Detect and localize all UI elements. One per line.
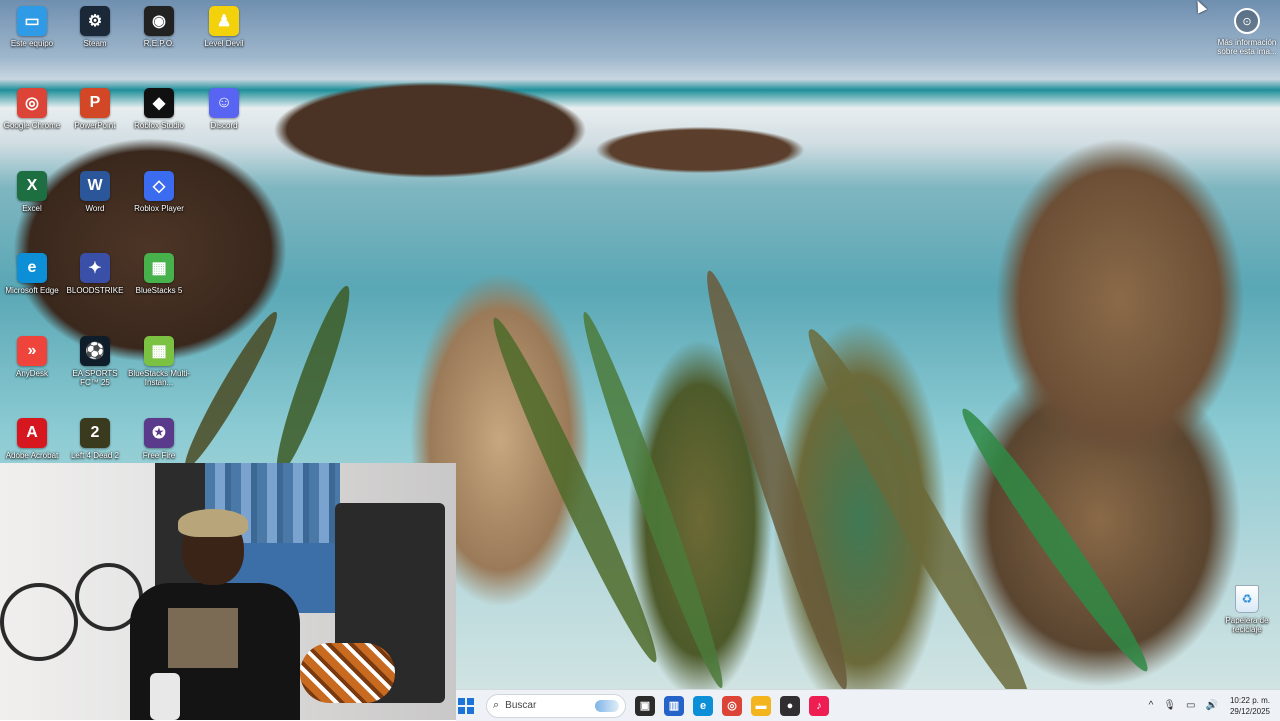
word-icon: W <box>80 171 110 201</box>
person-hair <box>178 509 248 537</box>
desktop-shortcut[interactable]: ◇ Roblox Player <box>127 171 191 213</box>
desktop-shortcut[interactable]: e Microsoft Edge <box>0 253 64 295</box>
desktop-shortcut[interactable]: ◉ R.E.P.O. <box>127 6 191 48</box>
desktop-shortcut[interactable]: ▦ BlueStacks Multi-Instan... <box>127 336 191 387</box>
volume-icon[interactable]: 🔊 <box>1206 700 1218 711</box>
anydesk-icon: » <box>17 336 47 366</box>
desktop-shortcut-label: BlueStacks Multi-Instan... <box>128 369 190 387</box>
ea-fc-icon: ⚽ <box>80 336 110 366</box>
wallpaper-rock-ridge <box>692 265 862 695</box>
chrome-taskbar-icon[interactable]: ◎ <box>722 695 742 716</box>
repo-game-icon: ◉ <box>144 6 174 36</box>
desktop-shortcut[interactable]: ◆ Roblox Studio <box>127 88 191 130</box>
tray-icons: ^ 🎙 ▭ 🔊 <box>1139 700 1218 711</box>
chrome-icon: ◎ <box>17 88 47 118</box>
desktop-shortcut-label: Roblox Player <box>134 204 184 213</box>
desktop-shortcut[interactable]: ▦ BlueStacks 5 <box>127 253 191 295</box>
start-button[interactable] <box>458 697 474 714</box>
search-placeholder: Buscar <box>505 700 537 711</box>
person-shirt-graphic <box>168 608 238 668</box>
desktop-shortcut[interactable]: A Adobe Acrobat <box>0 418 64 460</box>
desktop-shortcut[interactable]: ♟ Level Devil <box>192 6 256 48</box>
tiktok-icon[interactable]: ♪ <box>809 695 829 716</box>
microphone-icon[interactable]: 🎙 <box>1163 700 1176 711</box>
desktop-shortcut[interactable]: » AnyDesk <box>0 336 64 378</box>
search-icon: ⌕ <box>493 699 500 711</box>
network-icon[interactable]: ▭ <box>1186 700 1195 711</box>
desktop-shortcut[interactable]: ⚽ EA SPORTS FC™ 25 <box>63 336 127 387</box>
roblox-studio-icon: ◆ <box>144 88 174 118</box>
desktop-shortcut-label: AnyDesk <box>15 369 48 378</box>
search-highlight-icon <box>595 699 619 712</box>
clock-time: 10:22 p. m. <box>1229 695 1270 705</box>
roblox-player-icon: ◇ <box>144 171 174 201</box>
webcam-cushion <box>300 643 395 703</box>
edge-icon: e <box>17 253 47 283</box>
desktop-shortcut-label: Este equipo <box>10 39 54 48</box>
wallpaper-rock-ridge <box>266 281 360 479</box>
desktop-shortcut-label: Left 4 Dead 2 <box>70 451 120 460</box>
edge-taskbar-icon[interactable]: e <box>693 695 713 716</box>
recycle-bin-label: Papelera de reciclaje <box>1225 616 1269 634</box>
webcam-bicycle <box>0 518 150 668</box>
desktop-shortcut-label: Level Devil <box>204 39 244 48</box>
desktop-shortcut-label: R.E.P.O. <box>143 39 175 48</box>
taskbar-search[interactable]: ⌕ Buscar <box>486 693 626 718</box>
desktop-shortcut-label: EA SPORTS FC™ 25 <box>72 369 118 387</box>
desktop-shortcut[interactable]: W Word <box>63 171 127 213</box>
wallpaper-rock-ridge <box>176 306 286 474</box>
free-fire-icon: ✪ <box>144 418 174 448</box>
left4dead2-icon: 2 <box>80 418 110 448</box>
recycle-bin-icon: ♻ <box>1235 585 1259 613</box>
desktop-shortcut-label: Excel <box>22 204 42 213</box>
bluestacks-multi-icon: ▦ <box>144 336 174 366</box>
desktop-shortcut-label: BLOODSTRIKE <box>66 286 124 295</box>
steam-icon: ⚙ <box>80 6 110 36</box>
acrobat-icon: A <box>17 418 47 448</box>
monitor-icon: ▭ <box>17 6 47 36</box>
clock-date: 29/12/2025 <box>1229 706 1270 716</box>
taskbar-apps: ▣ ▥ e ◎ ▬ ● ♪ <box>626 695 829 716</box>
powerpoint-icon: P <box>80 88 110 118</box>
desktop-shortcut-label: Steam <box>83 39 107 48</box>
webcam-microphone <box>150 673 180 720</box>
recycle-bin-shortcut[interactable]: ♻ Papelera de reciclaje <box>1218 585 1276 634</box>
file-explorer-icon[interactable]: ▬ <box>751 695 771 716</box>
store-icon[interactable]: ▥ <box>664 695 684 716</box>
desktop-shortcut-label: Roblox Studio <box>134 121 184 130</box>
desktop-shortcut-label: Google Chrome <box>3 121 61 130</box>
system-tray: ^ 🎙 ▭ 🔊 10:22 p. m. 29/12/2025 <box>1139 690 1280 721</box>
bloodstrike-icon: ✦ <box>80 253 110 283</box>
desktop-shortcut[interactable]: 2 Left 4 Dead 2 <box>63 418 127 460</box>
desktop-shortcut[interactable]: X Excel <box>0 171 64 213</box>
desktop-shortcut[interactable]: ▭ Este equipo <box>0 6 64 48</box>
info-panel-label: Más información sobre esta ima... <box>1217 38 1277 56</box>
desktop-shortcut[interactable]: P PowerPoint <box>63 88 127 130</box>
discord-icon: ☺ <box>209 88 239 118</box>
desktop-shortcut-label: BlueStacks 5 <box>135 286 183 295</box>
chevron-up-icon[interactable]: ^ <box>1149 700 1154 711</box>
webcam-overlay <box>0 463 456 720</box>
desktop-shortcut[interactable]: ☺ Discord <box>192 88 256 130</box>
desktop-shortcut[interactable]: ✪ Free Fire <box>127 418 191 460</box>
desktop-shortcut-label: Free Fire <box>142 451 176 460</box>
desktop-shortcut-label: PowerPoint <box>74 121 116 130</box>
camera-info-icon[interactable]: ⊙ <box>1234 8 1260 34</box>
taskbar-clock[interactable]: 10:22 p. m. 29/12/2025 <box>1230 695 1270 717</box>
excel-icon: X <box>17 171 47 201</box>
desktop-shortcut-label: Word <box>85 204 105 213</box>
desktop-shortcut-label: Microsoft Edge <box>5 286 59 295</box>
level-devil-icon: ♟ <box>209 6 239 36</box>
desktop-shortcut[interactable]: ✦ BLOODSTRIKE <box>63 253 127 295</box>
desktop-shortcut[interactable]: ◎ Google Chrome <box>0 88 64 130</box>
bluestacks-icon: ▦ <box>144 253 174 283</box>
desktop-shortcut-label: Adobe Acrobat <box>5 451 59 460</box>
obs-icon[interactable]: ● <box>780 695 800 716</box>
desktop-shortcut[interactable]: ⚙ Steam <box>63 6 127 48</box>
bicycle-wheel <box>0 583 78 661</box>
desktop-shortcut-label: Discord <box>210 121 238 130</box>
task-view-icon[interactable]: ▣ <box>635 695 655 716</box>
info-panel[interactable]: ⊙ Más información sobre esta ima... <box>1212 8 1280 56</box>
taskbar: ⌕ Buscar ▣ ▥ e ◎ ▬ ● ♪ ^ 🎙 ▭ 🔊 10:22 p. m. 29/12/… <box>456 689 1280 721</box>
